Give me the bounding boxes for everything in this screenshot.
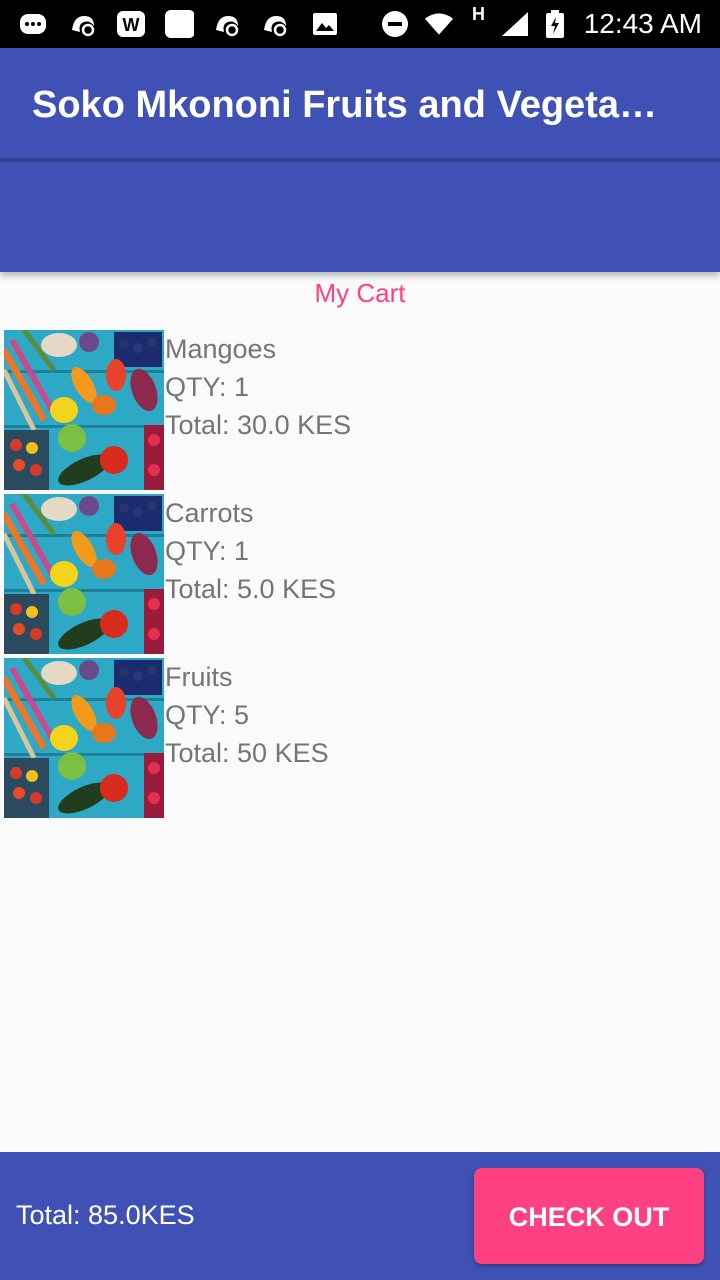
battery-charging-icon bbox=[546, 10, 564, 38]
app-bar: Soko Mkononi Fruits and Vegetables bbox=[0, 48, 720, 160]
svg-text:W: W bbox=[123, 15, 140, 35]
app-title: Soko Mkononi Fruits and Vegetables bbox=[32, 84, 672, 126]
cart-item-fruits[interactable]: Fruits QTY: 5 Total: 50 KES bbox=[4, 658, 720, 818]
checkout-bar: Total: 85.0KES CHECK OUT bbox=[0, 1152, 720, 1280]
item-details: Carrots QTY: 1 Total: 5.0 KES bbox=[165, 494, 336, 608]
status-time: 12:43 AM bbox=[583, 8, 702, 39]
item-quantity: QTY: 5 bbox=[165, 700, 250, 730]
product-image bbox=[4, 330, 164, 490]
app-bar-extension bbox=[0, 160, 720, 272]
network-type-indicator: H bbox=[472, 4, 485, 24]
w-app-icon: W bbox=[117, 11, 145, 37]
item-quantity: QTY: 1 bbox=[165, 372, 250, 402]
item-total: Total: 50 KES bbox=[165, 738, 329, 768]
signal-icon bbox=[502, 12, 528, 36]
product-image bbox=[4, 494, 164, 654]
item-quantity: QTY: 1 bbox=[165, 536, 250, 566]
cart-list[interactable]: Mangoes QTY: 1 Total: 30.0 KES Carrots Q… bbox=[4, 330, 720, 822]
item-total: Total: 30.0 KES bbox=[165, 410, 352, 440]
item-name: Mangoes bbox=[165, 334, 277, 364]
uc-browser-icon bbox=[264, 16, 287, 37]
item-name: Carrots bbox=[165, 498, 254, 528]
app-bar-divider bbox=[0, 158, 720, 162]
cart-grand-total: Total: 85.0KES bbox=[16, 1200, 195, 1230]
product-image bbox=[4, 658, 164, 818]
blank-app-icon bbox=[165, 10, 194, 38]
cart-item-mangoes[interactable]: Mangoes QTY: 1 Total: 30.0 KES bbox=[4, 330, 720, 490]
cart-screen: W H 12:43 AM Soko Mkononi Fruits and Veg… bbox=[0, 0, 720, 1280]
gallery-icon bbox=[313, 13, 337, 35]
status-bar: W H 12:43 AM bbox=[0, 0, 720, 48]
cart-heading: My Cart bbox=[314, 278, 406, 308]
wifi-icon bbox=[424, 13, 454, 35]
more-notifications-icon bbox=[20, 14, 46, 34]
item-total: Total: 5.0 KES bbox=[165, 574, 337, 604]
item-details: Mangoes QTY: 1 Total: 30.0 KES bbox=[165, 330, 351, 444]
uc-browser-icon bbox=[72, 16, 95, 37]
item-details: Fruits QTY: 5 Total: 50 KES bbox=[165, 658, 329, 772]
item-name: Fruits bbox=[165, 662, 233, 692]
cart-item-carrots[interactable]: Carrots QTY: 1 Total: 5.0 KES bbox=[4, 494, 720, 654]
uc-browser-icon bbox=[216, 16, 239, 37]
checkout-button[interactable]: CHECK OUT bbox=[474, 1168, 704, 1264]
do-not-disturb-icon bbox=[382, 11, 408, 37]
